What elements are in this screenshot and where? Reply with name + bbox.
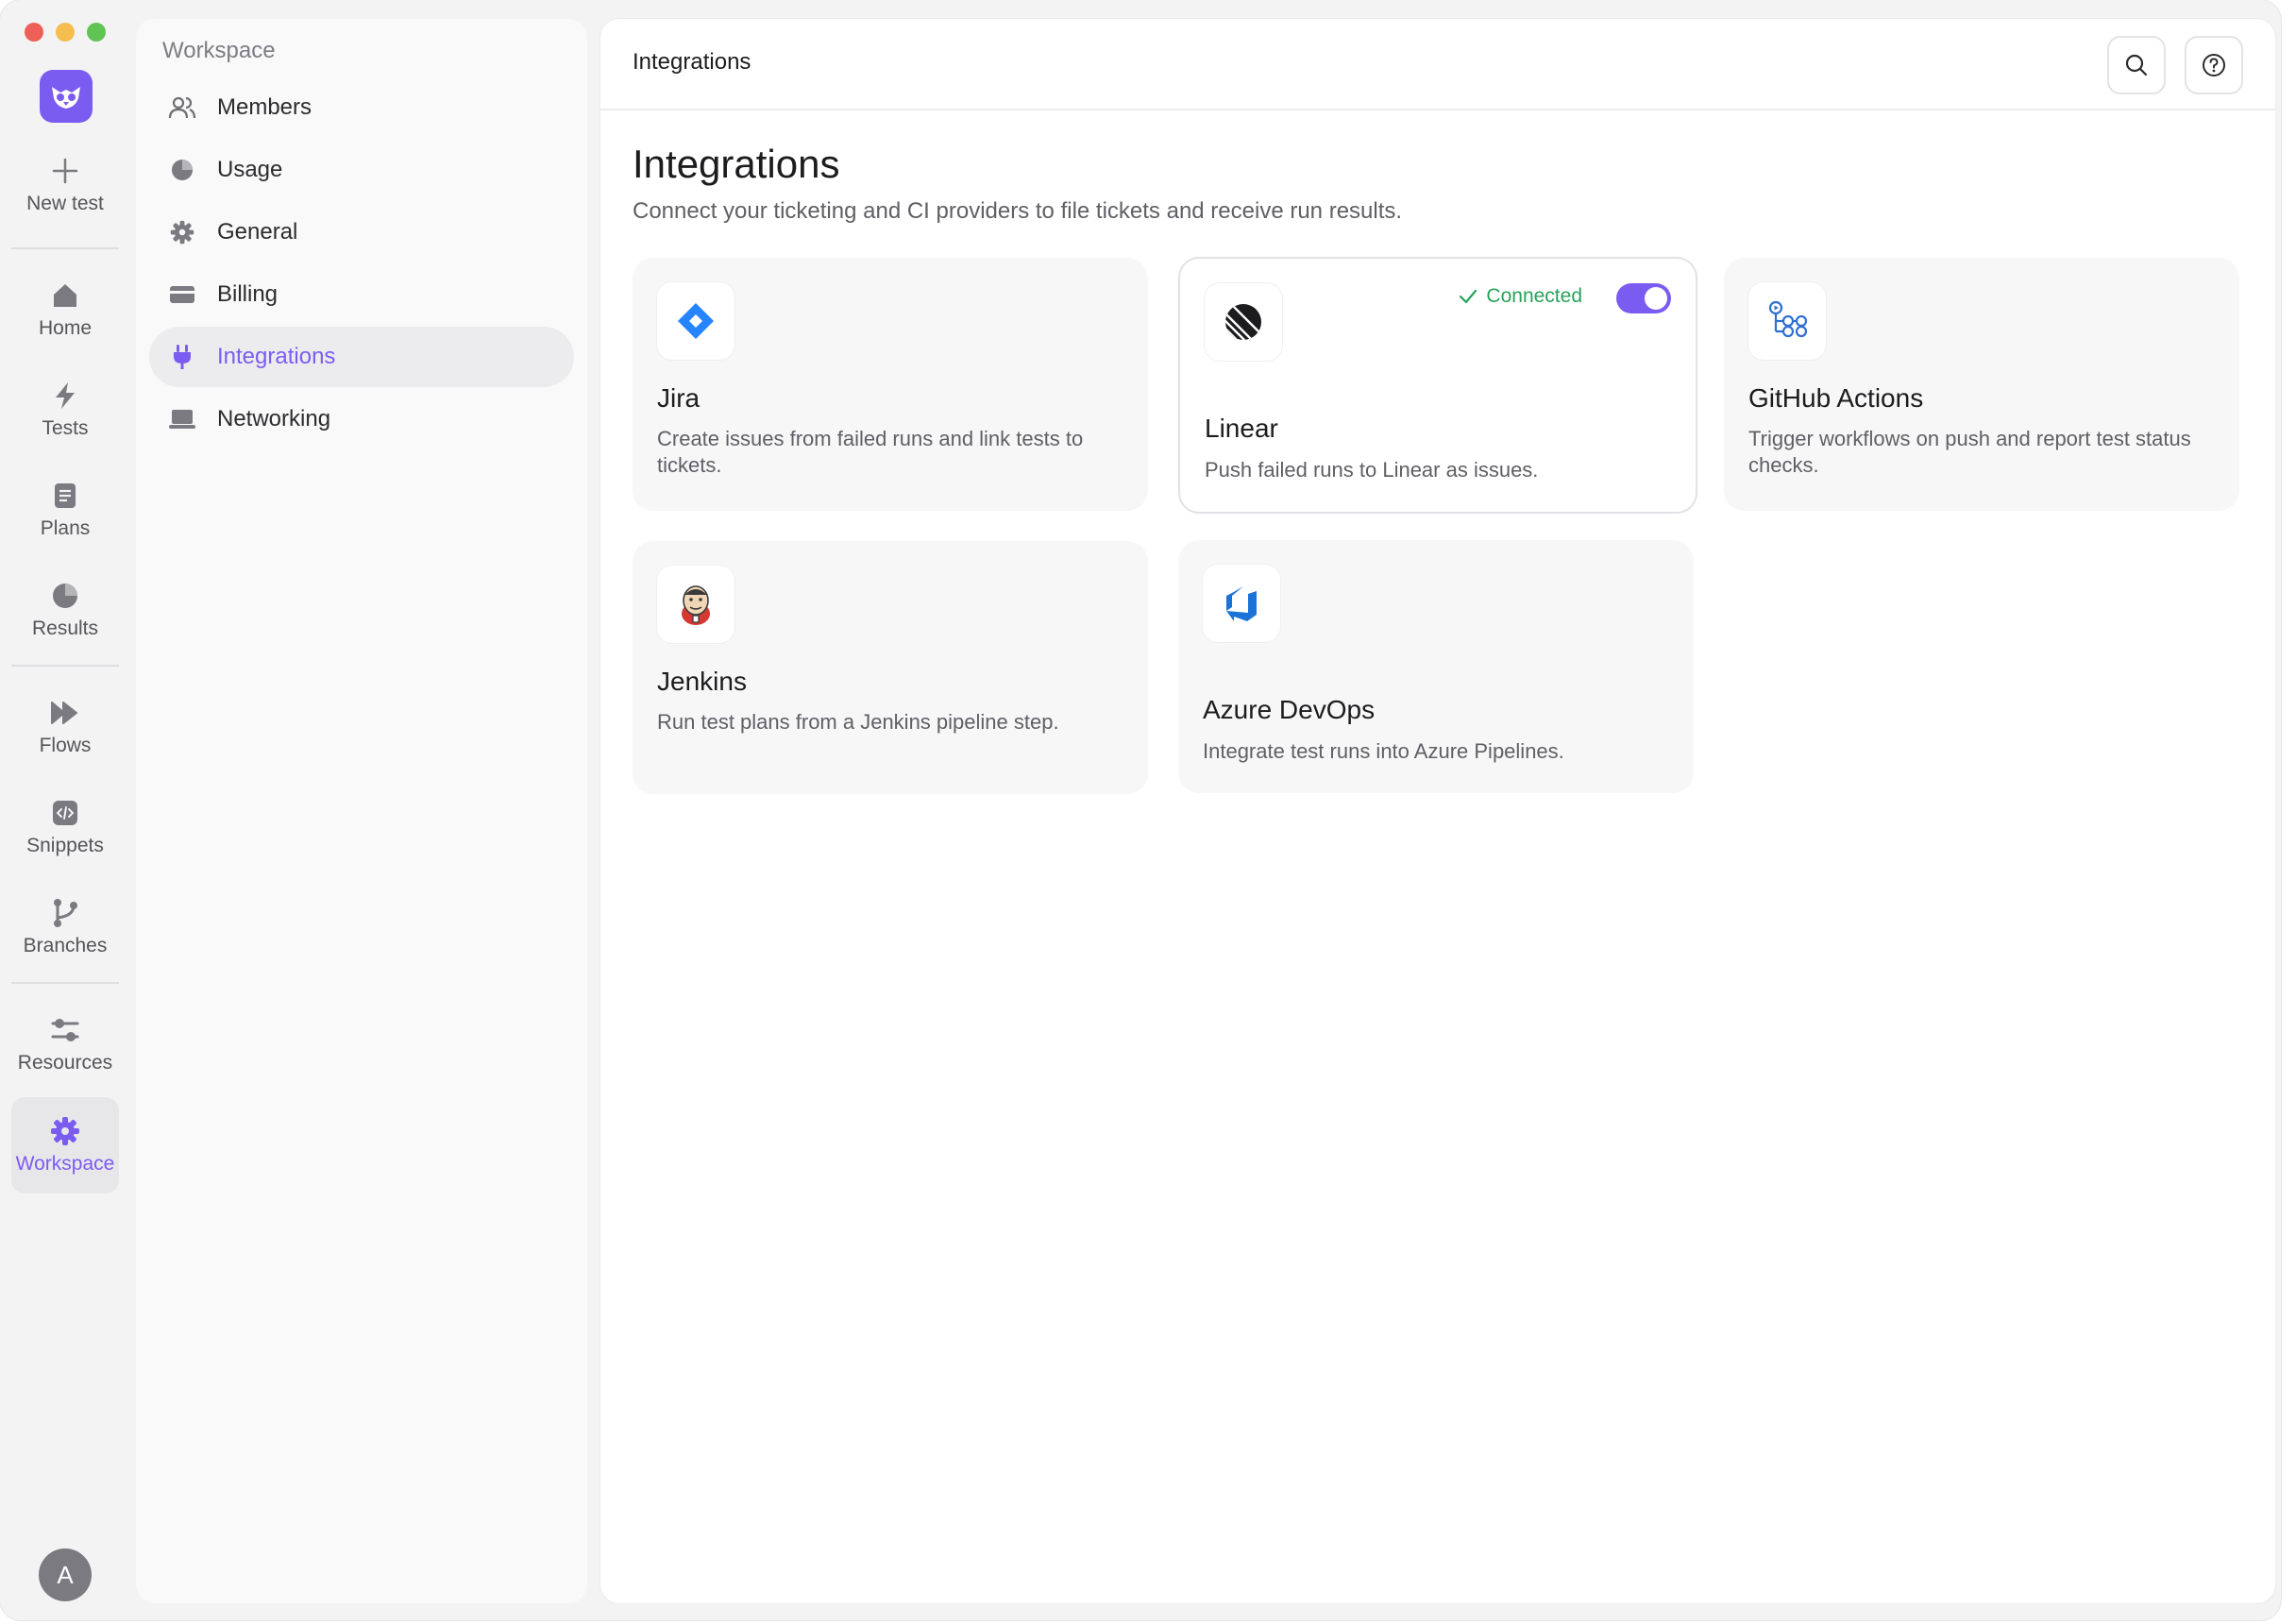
laptop-icon <box>168 405 196 433</box>
settings-item-label: Billing <box>217 281 279 307</box>
settings-section-title: Workspace <box>162 38 276 63</box>
page-subtitle: Connect your ticketing and CI providers … <box>633 198 1403 224</box>
connection-status: Connected <box>1458 285 1582 308</box>
settings-item-members[interactable]: Members <box>149 77 574 138</box>
azure-devops-icon <box>1203 565 1280 642</box>
settings-item-label: Members <box>217 94 312 120</box>
integration-description: Integrate test runs into Azure Pipelines… <box>1203 739 1564 763</box>
help-button[interactable] <box>2185 36 2243 94</box>
code-icon <box>49 797 81 829</box>
document-icon <box>49 480 81 512</box>
home-icon <box>49 279 81 312</box>
owl-logo-icon <box>52 87 80 109</box>
rail-item-label: Home <box>38 317 93 339</box>
plus-icon <box>49 155 81 187</box>
credit-card-icon <box>168 280 196 309</box>
github-actions-icon <box>1748 282 1826 360</box>
integration-description: Trigger workflows on push and report tes… <box>1748 427 2191 477</box>
pie-chart-icon <box>168 156 196 184</box>
bolt-icon <box>49 380 81 412</box>
settings-item-usage[interactable]: Usage <box>149 140 574 200</box>
checkmark-icon <box>1460 289 1477 304</box>
rail-item-results[interactable]: Results <box>11 567 119 653</box>
rail-item-workspace[interactable]: Workspace <box>11 1097 119 1193</box>
settings-item-label: Usage <box>217 157 283 182</box>
integration-name: Linear <box>1205 414 1278 443</box>
rail-divider <box>11 247 119 249</box>
rail-item-tests[interactable]: Tests <box>11 366 119 453</box>
integration-name: Azure DevOps <box>1203 695 1376 724</box>
branch-icon <box>49 897 81 929</box>
integration-card-azure-devops[interactable]: Azure DevOps Integrate test runs into Az… <box>1178 540 1694 793</box>
app-window: New test Home Tests Plans Results Flows … <box>0 0 2281 1620</box>
linear-icon <box>1205 283 1282 361</box>
search-button[interactable] <box>2107 36 2166 94</box>
linear-connection-toggle[interactable] <box>1616 283 1671 313</box>
integration-card-jira[interactable]: Jira Create issues from failed runs and … <box>633 258 1148 511</box>
rail-item-label: Plans <box>40 517 91 539</box>
rail-item-plans[interactable]: Plans <box>11 466 119 553</box>
app-logo[interactable] <box>40 70 93 123</box>
settings-item-networking[interactable]: Networking <box>149 389 574 449</box>
integration-name: GitHub Actions <box>1748 383 1924 413</box>
rail-item-resources[interactable]: Resources <box>11 1001 119 1088</box>
rail-item-flows[interactable]: Flows <box>11 684 119 770</box>
rail-item-label: Flows <box>39 735 92 756</box>
integration-description: Run test plans from a Jenkins pipeline s… <box>657 710 1059 734</box>
search-icon <box>2125 54 2148 76</box>
rail-item-label: Tests <box>42 417 89 439</box>
rail-item-label: Workspace <box>15 1153 115 1175</box>
integration-name: Jira <box>657 383 701 413</box>
rail-item-label: Resources <box>17 1052 113 1074</box>
page-title: Integrations <box>633 142 840 186</box>
integration-description: Push failed runs to Linear as issues. <box>1205 458 1539 482</box>
integration-name: Jenkins <box>657 667 747 696</box>
integration-card-linear[interactable]: Connected Linear Push failed runs to Lin… <box>1178 257 1697 514</box>
new-test-button[interactable]: New test <box>11 142 119 228</box>
settings-item-label: Integrations <box>217 344 336 369</box>
settings-item-billing[interactable]: Billing <box>149 264 574 325</box>
pie-chart-icon <box>49 580 81 612</box>
icon-rail: New test Home Tests Plans Results Flows … <box>0 0 130 1620</box>
jenkins-icon <box>657 566 734 643</box>
rail-item-label: Results <box>31 617 99 639</box>
rail-item-home[interactable]: Home <box>11 266 119 353</box>
avatar[interactable]: A <box>39 1548 92 1601</box>
rail-divider <box>11 665 119 667</box>
connection-status-label: Connected <box>1486 285 1582 307</box>
sliders-icon <box>49 1014 81 1046</box>
settings-item-general[interactable]: General <box>149 202 574 262</box>
settings-item-label: Networking <box>217 406 331 431</box>
new-test-label: New test <box>26 193 104 214</box>
gear-icon <box>168 218 196 246</box>
plug-icon <box>168 343 196 371</box>
toggle-knob <box>1645 287 1667 310</box>
fast-forward-icon <box>49 697 81 729</box>
integration-card-github-actions[interactable]: GitHub Actions Trigger workflows on push… <box>1724 258 2239 511</box>
help-icon <box>2203 54 2225 76</box>
settings-sidebar: Workspace Members Usage General Billing … <box>136 19 587 1603</box>
integration-card-jenkins[interactable]: Jenkins Run test plans from a Jenkins pi… <box>633 541 1148 794</box>
top-bar: Integrations <box>600 19 2275 110</box>
settings-item-label: General <box>217 219 298 245</box>
settings-item-integrations[interactable]: Integrations <box>149 327 574 387</box>
jira-icon <box>657 282 734 360</box>
rail-divider <box>11 982 119 984</box>
rail-item-label: Snippets <box>26 835 104 856</box>
integration-description: Create issues from failed runs and link … <box>657 427 1084 477</box>
users-icon <box>168 93 196 122</box>
rail-item-snippets[interactable]: Snippets <box>11 784 119 871</box>
header-title: Integrations <box>633 49 751 75</box>
rail-item-label: Branches <box>23 935 108 956</box>
gear-icon <box>49 1115 81 1147</box>
main-panel: Integrations Integrations Connect your t… <box>600 19 2275 1603</box>
rail-item-branches[interactable]: Branches <box>11 884 119 971</box>
